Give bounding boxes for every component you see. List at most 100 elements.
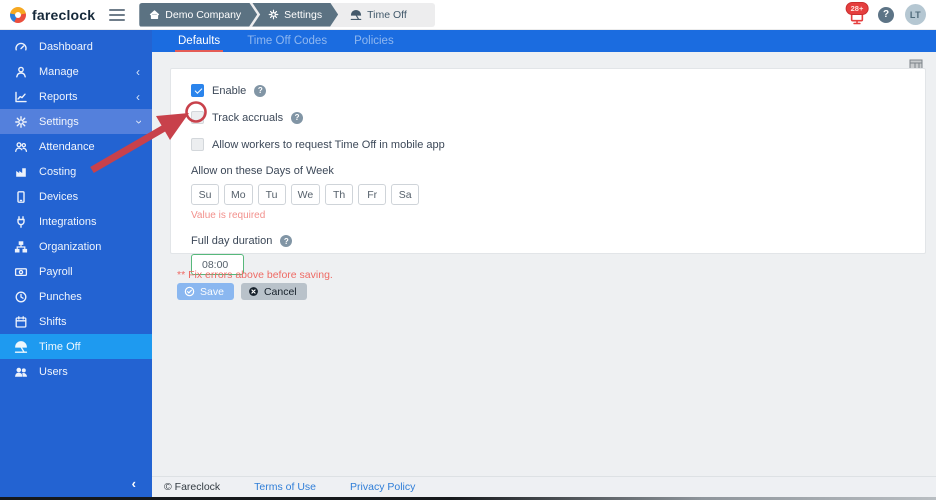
breadcrumb-label: Demo Company xyxy=(165,8,242,21)
save-button[interactable]: Save xyxy=(177,283,234,300)
sidebar-item-dashboard[interactable]: Dashboard xyxy=(0,34,152,59)
sidebar-item-label: Reports xyxy=(39,90,78,103)
footer-copyright: © Fareclock xyxy=(164,481,221,493)
sidebar-item-label: Devices xyxy=(39,190,79,203)
users-icon xyxy=(14,365,28,379)
enable-row: Enable ? xyxy=(191,84,905,97)
question-glyph: ? xyxy=(294,113,300,122)
banknote-icon xyxy=(14,265,28,279)
question-glyph: ? xyxy=(257,86,263,95)
avatar-initials: LT xyxy=(909,9,922,20)
sidebar-item-reports[interactable]: Reports ‹ xyxy=(0,84,152,109)
enable-label: Enable xyxy=(212,84,247,97)
fareclock-logo-icon xyxy=(10,6,26,23)
time-clock-icon xyxy=(14,290,28,304)
cancel-button[interactable]: Cancel xyxy=(240,283,307,300)
day-button-su[interactable]: Su xyxy=(191,184,219,205)
day-button-fr[interactable]: Fr xyxy=(358,184,387,205)
tab-bar: Defaults Time Off Codes Policies xyxy=(152,30,936,52)
sitemap-icon xyxy=(14,240,28,254)
sidebar-item-costing[interactable]: Costing xyxy=(0,159,152,184)
sidebar-item-settings[interactable]: Settings ‹ xyxy=(0,109,152,134)
fareclock-logo-text: fareclock xyxy=(32,6,96,23)
mobile-request-checkbox[interactable] xyxy=(191,138,204,151)
sidebar-item-label: Payroll xyxy=(39,265,73,278)
defaults-form-card: Enable ? Track accruals ? Allow workers … xyxy=(170,68,926,275)
sidebar-item-label: Organization xyxy=(39,240,102,253)
user-icon xyxy=(14,65,28,79)
fareclock-logo[interactable]: fareclock xyxy=(10,6,96,23)
enable-checkbox[interactable] xyxy=(191,84,204,97)
day-button-we[interactable]: We xyxy=(290,184,321,205)
sidebar-item-devices[interactable]: Devices xyxy=(0,184,152,209)
people-icon xyxy=(14,140,28,154)
chevron-down-icon: ‹ xyxy=(131,119,145,124)
sidebar-item-label: Punches xyxy=(39,290,82,303)
check-circle-icon xyxy=(184,286,195,297)
chevron-left-icon: ‹ xyxy=(136,64,140,79)
days-of-week-group: Su Mo Tu We Th Fr Sa xyxy=(191,184,905,205)
help-button[interactable]: ? xyxy=(878,6,894,23)
factory-icon xyxy=(14,165,28,179)
sidebar-collapse-chevron[interactable]: ‹ xyxy=(132,477,136,490)
day-button-mo[interactable]: Mo xyxy=(224,184,253,205)
enable-help-icon[interactable]: ? xyxy=(254,84,267,97)
tab-label: Time Off Codes xyxy=(247,35,328,47)
privacy-policy-link[interactable]: Privacy Policy xyxy=(350,481,415,493)
full-day-duration-help-icon[interactable]: ? xyxy=(280,235,293,247)
whats-new-button[interactable]: 28+ xyxy=(845,1,869,25)
day-button-th[interactable]: Th xyxy=(325,184,354,205)
mobile-request-row: Allow workers to request Time Off in mob… xyxy=(191,138,905,151)
days-of-week-error: Value is required xyxy=(191,210,266,221)
tab-defaults[interactable]: Defaults xyxy=(174,35,224,52)
calendar-icon xyxy=(14,315,28,329)
sidebar-item-organization[interactable]: Organization xyxy=(0,234,152,259)
day-button-tu[interactable]: Tu xyxy=(257,184,286,205)
beach-umbrella-icon xyxy=(350,9,362,20)
sidebar-item-manage[interactable]: Manage ‹ xyxy=(0,59,152,84)
sidebar-item-payroll[interactable]: Payroll xyxy=(0,259,152,284)
gear-icon xyxy=(14,115,28,129)
sidebar-item-time-off[interactable]: Time Off xyxy=(0,334,152,359)
sidebar-item-punches[interactable]: Punches xyxy=(0,284,152,309)
track-accruals-label: Track accruals xyxy=(212,111,284,124)
tablet-icon xyxy=(14,190,28,204)
fareclock-app: fareclock Demo Company Settings Time Off… xyxy=(0,0,936,500)
topbar-actions: 28+ ? LT xyxy=(845,1,926,25)
menu-toggle-icon[interactable] xyxy=(109,8,126,21)
form-error-message: ** Fix errors above before saving. xyxy=(177,269,333,281)
breadcrumb-label: Time Off xyxy=(367,8,407,21)
breadcrumb-time-off[interactable]: Time Off xyxy=(338,3,423,27)
chart-icon xyxy=(14,90,28,104)
tab-time-off-codes[interactable]: Time Off Codes xyxy=(247,35,327,52)
user-avatar[interactable]: LT xyxy=(905,4,926,25)
beach-umbrella-icon xyxy=(14,340,28,354)
mobile-request-label: Allow workers to request Time Off in mob… xyxy=(212,138,445,151)
sidebar-item-label: Costing xyxy=(39,165,77,178)
dashboard-icon xyxy=(14,40,28,54)
save-label: Save xyxy=(200,285,224,298)
sidebar-item-integrations[interactable]: Integrations xyxy=(0,209,152,234)
sidebar-item-users[interactable]: Users xyxy=(0,359,152,384)
breadcrumb-demo-company[interactable]: Demo Company xyxy=(139,3,257,27)
plug-icon xyxy=(14,215,28,229)
track-accruals-help-icon[interactable]: ? xyxy=(291,111,304,124)
sidebar-item-label: Dashboard xyxy=(39,40,93,53)
sidebar-item-label: Manage xyxy=(39,65,79,78)
sidebar-item-attendance[interactable]: Attendance xyxy=(0,134,152,159)
track-accruals-checkbox[interactable] xyxy=(191,111,204,124)
footer: © Fareclock Terms of Use Privacy Policy xyxy=(152,476,936,497)
form-actions: Save Cancel xyxy=(177,283,307,300)
breadcrumb-settings[interactable]: Settings xyxy=(252,3,338,27)
top-bar: fareclock Demo Company Settings Time Off… xyxy=(0,0,936,30)
tab-label: Defaults xyxy=(178,35,221,47)
sidebar-item-shifts[interactable]: Shifts xyxy=(0,309,152,334)
sidebar-item-label: Time Off xyxy=(39,340,81,353)
main-content: Defaults Time Off Codes Policies Enable … xyxy=(152,30,936,497)
sidebar: Dashboard Manage ‹ Reports ‹ Settings ‹ … xyxy=(0,30,152,497)
day-button-sa[interactable]: Sa xyxy=(391,184,420,205)
question-glyph: ? xyxy=(283,236,289,246)
track-accruals-row: Track accruals ? xyxy=(191,111,905,124)
tab-policies[interactable]: Policies xyxy=(354,35,394,52)
terms-of-use-link[interactable]: Terms of Use xyxy=(254,481,316,493)
